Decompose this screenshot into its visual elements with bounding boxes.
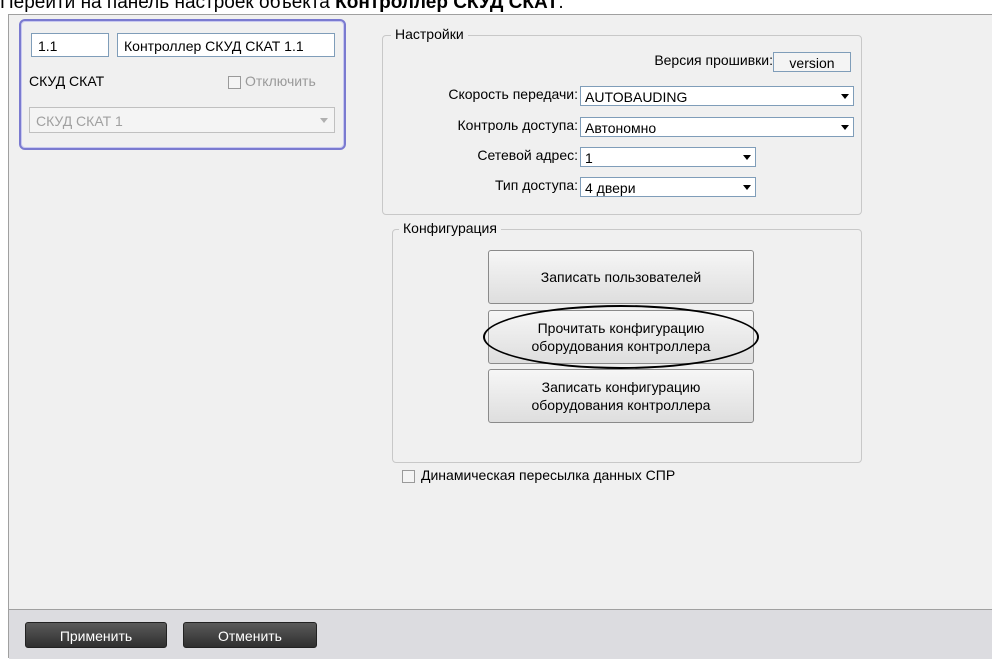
access-type-value: 4 двери xyxy=(585,180,636,196)
write-config-line2: оборудования контроллера xyxy=(531,397,711,413)
chevron-down-icon[interactable] xyxy=(837,87,853,105)
caption-suffix: . xyxy=(558,0,564,13)
bottom-bar: Применить Отменить xyxy=(9,609,992,659)
read-config-line1: Прочитать конфигурацию xyxy=(537,320,705,336)
object-panel: 1.1 Контроллер СКУД СКАТ 1.1 СКУД СКАТ О… xyxy=(19,19,346,150)
access-type-label: Тип доступа: xyxy=(494,177,578,193)
firmware-version-label: Версия прошивки: xyxy=(654,52,773,68)
access-control-value: Автономно xyxy=(585,120,657,136)
settings-group: Настройки Версия прошивки: version Скоро… xyxy=(382,26,862,215)
object-id-field[interactable]: 1.1 xyxy=(31,33,109,57)
settings-window: 1.1 Контроллер СКУД СКАТ 1.1 СКУД СКАТ О… xyxy=(8,14,992,659)
parent-object-label: СКУД СКАТ xyxy=(29,73,105,89)
chevron-down-icon[interactable] xyxy=(739,178,755,196)
write-config-label: Записать конфигурацию оборудования контро… xyxy=(532,378,711,414)
read-config-line2: оборудования контроллера xyxy=(531,338,711,354)
dynamic-forward-checkbox[interactable] xyxy=(402,470,415,483)
settings-group-title: Настройки xyxy=(391,26,468,42)
apply-button[interactable]: Применить xyxy=(25,622,167,648)
caption-object-name: Контроллер СКУД СКАТ xyxy=(335,0,559,13)
write-users-label: Записать пользователей xyxy=(540,269,702,285)
instruction-caption: Перейти на панель настроек объекта Контр… xyxy=(0,0,564,14)
write-config-button[interactable]: Записать конфигурацию оборудования контро… xyxy=(488,369,754,423)
chevron-down-icon[interactable] xyxy=(739,148,755,166)
baud-rate-value: AUTOBAUDING xyxy=(585,89,688,105)
parent-object-select[interactable]: СКУД СКАТ 1 xyxy=(29,107,335,133)
configuration-group-title: Конфигурация xyxy=(399,220,501,236)
caption-prefix: Перейти на панель настроек объекта xyxy=(0,0,336,13)
disable-label: Отключить xyxy=(245,73,316,89)
network-address-value: 1 xyxy=(585,150,593,166)
dynamic-forward-label: Динамическая пересылка данных СПР xyxy=(421,467,676,483)
write-config-line1: Записать конфигурацию xyxy=(541,379,701,395)
access-control-select[interactable]: Автономно xyxy=(580,117,854,137)
baud-rate-label: Скорость передачи: xyxy=(448,86,578,102)
access-type-select[interactable]: 4 двери xyxy=(580,177,756,197)
disable-checkbox[interactable] xyxy=(228,76,241,89)
baud-rate-select[interactable]: AUTOBAUDING xyxy=(580,86,854,106)
network-address-select[interactable]: 1 xyxy=(580,147,756,167)
read-config-label: Прочитать конфигурацию оборудования контр… xyxy=(532,319,711,355)
network-address-label: Сетевой адрес: xyxy=(477,147,578,163)
firmware-version-field: version xyxy=(773,52,851,72)
object-name-field[interactable]: Контроллер СКУД СКАТ 1.1 xyxy=(117,33,335,57)
write-users-button[interactable]: Записать пользователей xyxy=(488,250,754,304)
read-config-button[interactable]: Прочитать конфигурацию оборудования контр… xyxy=(488,310,754,364)
cancel-button[interactable]: Отменить xyxy=(183,622,317,648)
access-control-label: Контроль доступа: xyxy=(457,117,578,133)
chevron-down-icon[interactable] xyxy=(837,118,853,136)
parent-object-select-value: СКУД СКАТ 1 xyxy=(36,113,123,129)
chevron-down-icon xyxy=(320,118,328,123)
